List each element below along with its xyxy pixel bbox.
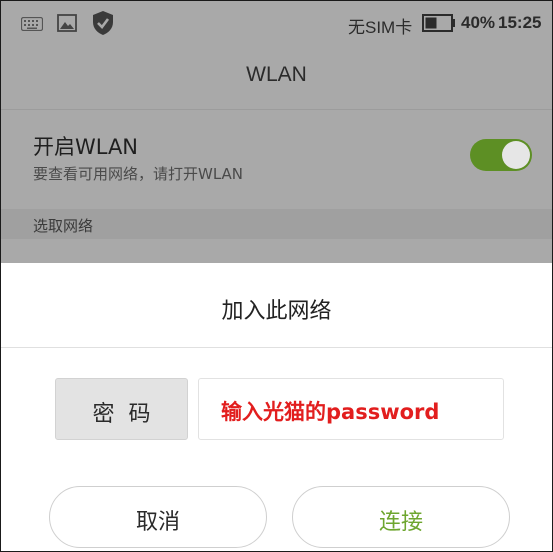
password-label: 密码 — [55, 378, 188, 440]
cancel-button[interactable]: 取消 — [49, 486, 267, 548]
dimmed-background: 无SIM卡 40% 15:25 WLAN 开启WLAN 要查看可用网络，请打开W… — [1, 1, 552, 263]
password-input-text: 输入光猫的password — [221, 400, 440, 424]
section-header-label: 选取网络 — [33, 217, 94, 235]
app-bar: WLAN — [1, 45, 552, 107]
clock: 15:25 — [498, 13, 542, 32]
wlan-enable-subtitle: 要查看可用网络，请打开WLAN — [33, 165, 244, 183]
image-icon — [57, 14, 77, 36]
cancel-button-label: 取消 — [135, 510, 180, 535]
password-label-text: 密码 — [92, 402, 165, 427]
dialog-title: 加入此网络 — [221, 299, 332, 324]
section-header: 选取网络 — [1, 209, 552, 239]
battery-icon — [422, 14, 456, 36]
connect-button[interactable]: 连接 — [292, 486, 510, 548]
status-bar: 无SIM卡 40% 15:25 — [1, 1, 552, 45]
dialog-divider — [1, 347, 552, 348]
screen: 无SIM卡 40% 15:25 WLAN 开启WLAN 要查看可用网络，请打开W… — [0, 0, 553, 552]
keyboard-icon — [20, 16, 44, 35]
wlan-toggle[interactable] — [470, 139, 532, 171]
sim-status: 无SIM卡 — [348, 18, 413, 37]
shield-check-icon — [91, 10, 115, 40]
page-title: WLAN — [246, 63, 307, 86]
toggle-knob — [502, 141, 530, 169]
battery-percent: 40% — [461, 13, 496, 32]
header-divider — [1, 109, 552, 110]
wlan-enable-row[interactable]: 开启WLAN 要查看可用网络，请打开WLAN — [1, 111, 552, 207]
join-network-dialog: 加入此网络 密码 输入光猫的password 取消 连接 — [1, 263, 552, 551]
connect-button-label: 连接 — [378, 510, 423, 535]
password-input[interactable]: 输入光猫的password — [198, 378, 504, 440]
wlan-enable-title: 开启WLAN — [33, 135, 139, 159]
